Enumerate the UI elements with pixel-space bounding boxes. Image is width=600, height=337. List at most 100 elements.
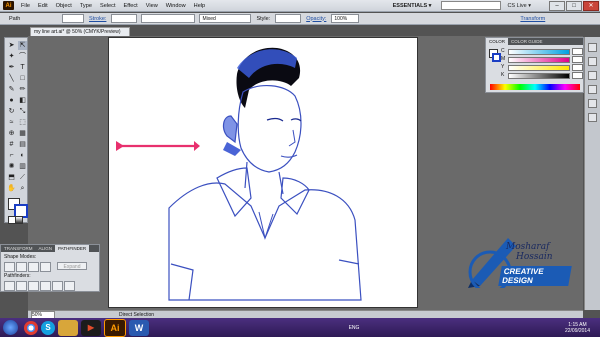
variable-width-field[interactable]: [141, 14, 196, 23]
stroke-profile-field[interactable]: Mixed: [199, 14, 252, 23]
selection-label: Path: [9, 15, 21, 22]
search-input[interactable]: [441, 1, 502, 10]
scale-tool-icon[interactable]: ⤡: [18, 107, 27, 116]
clock-date: 22/09/2014: [564, 327, 590, 334]
minus-front-button[interactable]: [16, 262, 27, 272]
stroke-label[interactable]: Stroke:: [86, 16, 109, 22]
mesh-tool-icon[interactable]: #: [7, 140, 16, 149]
channel-k-value[interactable]: [572, 72, 583, 79]
tab-color-guide[interactable]: COLOR GUIDE: [508, 39, 546, 44]
magic-wand-tool-icon[interactable]: ✦: [7, 52, 16, 61]
channel-y-slider[interactable]: [508, 65, 570, 71]
channel-c-value[interactable]: [572, 48, 583, 55]
system-clock[interactable]: 1:15 AM 22/09/2014: [565, 322, 590, 334]
gradient-tool-icon[interactable]: ▤: [18, 140, 27, 149]
channel-m-value[interactable]: [572, 56, 583, 63]
opacity-field[interactable]: 100%: [331, 14, 360, 23]
gradient-mode-icon[interactable]: [15, 216, 23, 224]
type-tool-icon[interactable]: T: [18, 63, 27, 72]
pen-tool-icon[interactable]: ✒: [7, 63, 16, 72]
word-icon[interactable]: W: [129, 319, 149, 336]
dock-layers-icon[interactable]: [588, 113, 597, 122]
slice-tool-icon[interactable]: ⟋: [18, 173, 27, 182]
menu-select[interactable]: Select: [96, 3, 120, 9]
rectangle-tool-icon[interactable]: □: [18, 74, 27, 83]
media-player-icon[interactable]: ▶: [81, 319, 101, 336]
selection-tool-icon[interactable]: ➤: [7, 41, 16, 50]
pencil-tool-icon[interactable]: ✏: [18, 85, 27, 94]
workspace-switcher[interactable]: ESSENTIALS ▾: [383, 3, 442, 9]
blend-tool-icon[interactable]: ◐: [18, 151, 27, 160]
merge-button[interactable]: [28, 281, 39, 291]
hand-tool-icon[interactable]: ✋: [7, 184, 16, 193]
document-tab[interactable]: my line art.ai* @ 50% (CMYK/Preview): [30, 27, 130, 36]
free-transform-tool-icon[interactable]: ⬚: [18, 118, 27, 127]
chrome-icon[interactable]: [24, 320, 38, 335]
menu-type[interactable]: Type: [76, 3, 96, 9]
eraser-tool-icon[interactable]: ◧: [18, 96, 27, 105]
skype-icon[interactable]: S: [41, 320, 55, 335]
menu-object[interactable]: Object: [52, 3, 76, 9]
menu-effect[interactable]: Effect: [120, 3, 142, 9]
intersect-button[interactable]: [28, 262, 39, 272]
symbol-sprayer-tool-icon[interactable]: ✺: [7, 162, 16, 171]
illustrator-taskbar-icon[interactable]: Ai: [104, 318, 126, 337]
outline-button[interactable]: [52, 281, 63, 291]
dock-color-icon[interactable]: [588, 43, 597, 52]
perspective-grid-tool-icon[interactable]: ▦: [18, 129, 27, 138]
tab-align[interactable]: ALIGN: [36, 246, 56, 251]
channel-k-slider[interactable]: [508, 73, 570, 79]
lasso-tool-icon[interactable]: ⌒: [18, 52, 27, 61]
stroke-weight-field[interactable]: [111, 14, 138, 23]
menu-file[interactable]: File: [17, 3, 34, 9]
menu-view[interactable]: View: [142, 3, 162, 9]
artboard[interactable]: [108, 37, 418, 308]
dock-symbols-icon[interactable]: [588, 85, 597, 94]
style-field[interactable]: [275, 14, 302, 23]
start-button-icon[interactable]: [3, 320, 18, 335]
illustrator-logo-icon: Ai: [3, 1, 14, 10]
opacity-label[interactable]: Opacity:: [303, 16, 329, 22]
shape-builder-tool-icon[interactable]: ⊕: [7, 129, 16, 138]
eyedropper-tool-icon[interactable]: ⌐: [7, 151, 16, 160]
exclude-button[interactable]: [40, 262, 51, 272]
line-tool-icon[interactable]: ╲: [7, 74, 16, 83]
zoom-tool-icon[interactable]: ⌕: [18, 184, 27, 193]
expand-button[interactable]: Expand: [57, 262, 87, 270]
minus-back-button[interactable]: [64, 281, 75, 291]
blob-brush-tool-icon[interactable]: ●: [7, 96, 16, 105]
fill-swatch[interactable]: [62, 14, 84, 23]
channel-m-slider[interactable]: [508, 57, 570, 63]
language-indicator[interactable]: ENG: [349, 325, 360, 331]
close-button[interactable]: ✕: [583, 0, 599, 11]
channel-c-slider[interactable]: [508, 49, 570, 55]
dock-swatches-icon[interactable]: [588, 57, 597, 66]
dock-stroke-icon[interactable]: [588, 99, 597, 108]
color-stroke-swatch[interactable]: [492, 53, 501, 62]
menu-help[interactable]: Help: [190, 3, 210, 9]
explorer-icon[interactable]: [58, 319, 78, 336]
color-spectrum-bar[interactable]: [490, 84, 580, 90]
graph-tool-icon[interactable]: ▥: [18, 162, 27, 171]
transform-link[interactable]: Transform: [517, 16, 548, 22]
channel-y-value[interactable]: [572, 64, 583, 71]
maximize-button[interactable]: □: [566, 0, 582, 11]
menu-bar: Ai File Edit Object Type Select Effect V…: [0, 0, 600, 12]
tab-transform[interactable]: TRANSFORM: [1, 246, 36, 251]
cs-live-button[interactable]: CS Live ▾: [507, 3, 531, 9]
direct-selection-tool-icon[interactable]: ⇱: [18, 41, 27, 50]
artboard-tool-icon[interactable]: ⬒: [7, 173, 16, 182]
tab-pathfinder[interactable]: PATHFINDER: [55, 245, 90, 252]
divide-button[interactable]: [4, 281, 15, 291]
minimize-button[interactable]: –: [549, 0, 565, 11]
menu-edit[interactable]: Edit: [34, 3, 52, 9]
dock-brushes-icon[interactable]: [588, 71, 597, 80]
trim-button[interactable]: [16, 281, 27, 291]
tab-color[interactable]: COLOR: [486, 38, 509, 45]
warp-tool-icon[interactable]: ≈: [7, 118, 16, 127]
unite-button[interactable]: [4, 262, 15, 272]
menu-window[interactable]: Window: [162, 3, 190, 9]
rotate-tool-icon[interactable]: ↻: [7, 107, 16, 116]
paintbrush-tool-icon[interactable]: ✎: [7, 85, 16, 94]
crop-button[interactable]: [40, 281, 51, 291]
